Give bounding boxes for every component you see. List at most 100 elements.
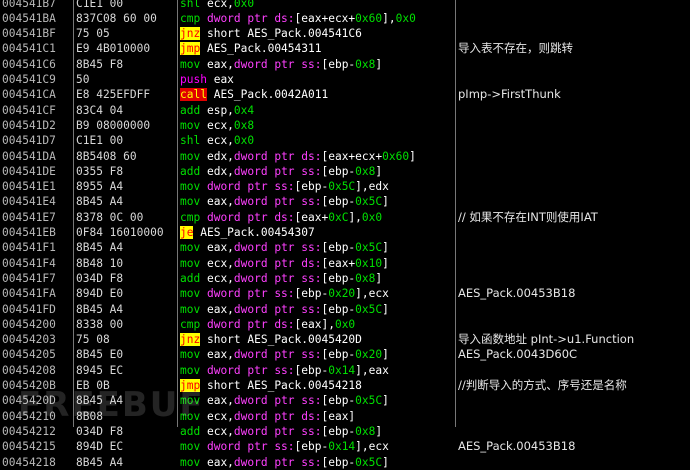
instruction-mnemonic: add — [180, 271, 201, 285]
instruction-mnemonic: mov — [180, 287, 201, 301]
code-row[interactable]: 004541BA 837C08 60 00 cmp dword ptr ds:[ea… — [0, 11, 690, 26]
row-instruction: add edx,dword ptr ss:[ebp-0x8] — [180, 164, 455, 179]
disassembly-pane[interactable]: 004541B7 C1E1 00 shl ecx,0x0 004541BA 837C08… — [0, 0, 690, 469]
row-instruction: mov eax,dword ptr ss:[ebp-0x5C] — [180, 240, 455, 255]
row-address: 00454212 — [2, 424, 56, 438]
instruction-mnemonic: cmp — [180, 317, 201, 331]
instruction-operand: dword ptr ds: — [206, 11, 295, 25]
code-row[interactable]: 00454212 034D F8 add ecx,dword ptr ss:[ebp… — [0, 424, 690, 439]
code-row[interactable]: 004541E1 8955 A4 mov dword ptr ss:[ebp-0x5… — [0, 179, 690, 194]
instruction-operand: dword ptr ss: — [206, 363, 295, 377]
instruction-operand: dword ptr ds: — [233, 256, 322, 270]
row-hex-bytes: 8B48 10 — [76, 256, 124, 270]
row-hex-bytes: 8B5408 60 — [76, 149, 137, 163]
row-instruction: mov dword ptr ss:[ebp-0x14],eax — [180, 363, 455, 378]
row-address: 004541CF — [2, 103, 56, 117]
instruction-operand: dword ptr ss: — [233, 302, 322, 316]
row-comment: AES_Pack.00453B18 — [458, 439, 576, 454]
instruction-operand: ] — [375, 271, 383, 285]
row-instruction: add esp,0x4 — [180, 103, 455, 118]
code-row[interactable]: 004541BF 75 05 jnz short AES_Pack.004541C6 — [0, 26, 690, 41]
instruction-operand: 0x5C — [355, 241, 383, 255]
instruction-mnemonic: mov — [180, 363, 201, 377]
row-hex-bytes: 8B45 F8 — [76, 57, 124, 71]
code-row[interactable]: 004541E4 8B45 A4 mov eax,dword ptr ss:[ebp… — [0, 194, 690, 209]
instruction-operand: dword ptr ds: — [233, 409, 322, 423]
instruction-operand: eax, — [206, 348, 234, 362]
instruction-mnemonic: mov — [180, 195, 201, 209]
code-row[interactable]: 00454203 75 08 jnz short AES_Pack.0045420D… — [0, 332, 690, 347]
row-comment: pImp->FirstThunk — [458, 87, 561, 102]
row-instruction: jmp short AES_Pack.00454218 — [180, 378, 455, 393]
instruction-operand: ecx, — [206, 118, 234, 132]
instruction-operand: 0xC — [328, 210, 349, 224]
instruction-mnemonic: jnz — [180, 27, 201, 41]
instruction-operand: dword ptr ds: — [206, 210, 295, 224]
instruction-operand: 0x0 — [361, 210, 383, 224]
code-row[interactable]: 004541EB 0F84 16010000 je AES_Pack.0045430… — [0, 225, 690, 240]
row-instruction: je AES_Pack.00454307 — [180, 225, 455, 240]
instruction-operand: dword ptr ss: — [233, 164, 322, 178]
row-hex-bytes: 8B45 A4 — [76, 241, 124, 255]
code-row[interactable]: 00454215 894D EC mov dword ptr ss:[ebp-0x1… — [0, 439, 690, 454]
instruction-mnemonic: mov — [180, 256, 201, 270]
instruction-operand: [eax+ecx+ — [321, 149, 383, 163]
code-row[interactable]: 004541DE 0355 F8 add edx,dword ptr ss:[ebp… — [0, 164, 690, 179]
row-address: 004541F7 — [2, 271, 56, 285]
code-row[interactable]: 004541B7 C1E1 00 shl ecx,0x0 — [0, 0, 690, 11]
row-address: 004541E7 — [2, 210, 56, 224]
instruction-operand: AES_Pack.00454307 — [200, 226, 315, 239]
code-row[interactable]: 004541F4 8B48 10 mov ecx,dword ptr ds:[eax… — [0, 256, 690, 271]
instruction-mnemonic: add — [180, 164, 201, 178]
row-hex-bytes: 894D EC — [76, 440, 124, 454]
instruction-operand: 0x0 — [233, 134, 255, 148]
row-hex-bytes: E8 425EFDFF — [76, 88, 151, 102]
instruction-operand: ] — [409, 149, 416, 163]
instruction-operand: 0x8 — [355, 57, 376, 71]
instruction-operand: 0x5C — [355, 302, 383, 316]
instruction-mnemonic: mov — [180, 302, 201, 316]
instruction-operand: ], — [382, 11, 396, 25]
code-row[interactable]: 004541FA 894D E0 mov dword ptr ss:[ebp-0x2… — [0, 286, 690, 301]
row-instruction: mov ecx,0x8 — [180, 118, 455, 133]
instruction-mnemonic: add — [180, 103, 201, 117]
code-row[interactable]: 004541D7 C1E1 00 shl ecx,0x0 — [0, 133, 690, 148]
row-hex-bytes: 8955 A4 — [76, 180, 124, 194]
row-address: 004541E4 — [2, 195, 56, 209]
code-row[interactable]: 004541DA 8B5408 60 mov edx,dword ptr ds:[e… — [0, 149, 690, 164]
instruction-operand: edx, — [206, 164, 234, 178]
code-row[interactable]: 004541F7 034D F8 add ecx,dword ptr ss:[ebp… — [0, 271, 690, 286]
code-row[interactable]: 004541D2 B9 08000000 mov ecx,0x8 — [0, 118, 690, 133]
instruction-operand: 0x5C — [355, 195, 383, 209]
code-row[interactable]: 00454200 8338 00 cmp dword ptr ds:[eax],0x… — [0, 317, 690, 332]
code-row[interactable]: 004541E7 8378 0C 00 cmp dword ptr ds:[eax+… — [0, 210, 690, 225]
code-row[interactable]: 004541C6 8B45 F8 mov eax,dword ptr ss:[ebp… — [0, 57, 690, 72]
row-instruction: mov ecx,dword ptr ds:[eax] — [180, 409, 455, 424]
row-instruction: mov eax,dword ptr ss:[ebp-0x5C] — [180, 455, 455, 470]
code-row[interactable]: 004541C9 50 push eax — [0, 72, 690, 87]
instruction-operand: [ebp- — [321, 302, 356, 316]
instruction-operand: [ebp- — [321, 241, 356, 255]
row-instruction: cmp dword ptr ds:[eax+0xC],0x0 — [180, 210, 455, 225]
code-row[interactable]: 00454205 8B45 E0 mov eax,dword ptr ss:[ebp… — [0, 347, 690, 362]
code-row[interactable]: 00454218 8B45 A4 mov eax,dword ptr ss:[ebp… — [0, 455, 690, 470]
code-row[interactable]: 004541CA E8 425EFDFF call AES_Pack.0042A01… — [0, 87, 690, 102]
instruction-operand: 0x5C — [355, 394, 383, 408]
code-row[interactable]: 004541FD 8B45 A4 mov eax,dword ptr ss:[ebp… — [0, 302, 690, 317]
instruction-operand: ] — [375, 57, 383, 71]
code-row[interactable]: 004541C1 E9 4B010000 jmp AES_Pack.00454311… — [0, 41, 690, 56]
row-hex-bytes: 8338 00 — [76, 317, 124, 331]
instruction-operand: 0x0 — [233, 0, 255, 10]
instruction-operand: ],ecx — [355, 287, 389, 301]
row-instruction: add ecx,dword ptr ss:[ebp-0x8] — [180, 424, 455, 439]
instruction-operand: eax — [213, 73, 234, 86]
instruction-operand: [ebp- — [321, 348, 356, 362]
code-row[interactable]: 00454208 8945 EC mov dword ptr ss:[ebp-0x1… — [0, 363, 690, 378]
instruction-operand: [ebp- — [321, 455, 356, 469]
row-address: 004541D7 — [2, 134, 56, 148]
code-row[interactable]: 004541F1 8B45 A4 mov eax,dword ptr ss:[ebp… — [0, 240, 690, 255]
instruction-operand: dword ptr ss: — [233, 348, 322, 362]
row-hex-bytes: 8B45 E0 — [76, 348, 124, 362]
code-row[interactable]: 004541CF 83C4 04 add esp,0x4 — [0, 103, 690, 118]
instruction-operand: [eax+ — [294, 210, 329, 224]
